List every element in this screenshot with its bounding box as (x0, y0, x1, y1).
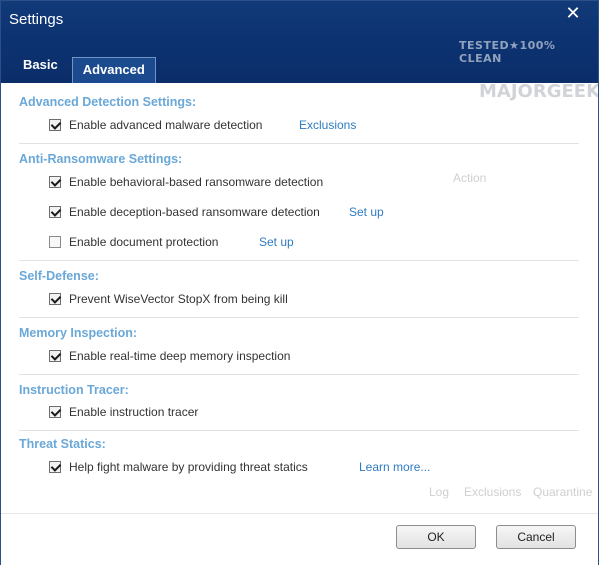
option-label: Help fight malware by providing threat s… (69, 460, 308, 474)
checkbox-checked[interactable] (49, 206, 61, 218)
section-title-memory-inspection: Memory Inspection: (19, 326, 138, 340)
option-label: Enable real-time deep memory inspection (69, 349, 291, 363)
section-title-anti-ransomware: Anti-Ransomware Settings: (19, 152, 183, 166)
section-title-self-defense: Self-Defense: (19, 269, 99, 283)
settings-content: Action Advanced Detection Settings: Enab… (1, 83, 598, 503)
cancel-button[interactable]: Cancel (496, 525, 576, 549)
section-title-instruction-tracer: Instruction Tracer: (19, 383, 129, 397)
checkbox-checked[interactable] (49, 176, 61, 188)
option-prevent-kill[interactable]: Prevent WiseVector StopX from being kill (49, 290, 288, 308)
option-label: Enable instruction tracer (69, 405, 199, 419)
checkbox-checked[interactable] (49, 350, 61, 362)
option-label: Enable behavioral-based ransomware detec… (69, 175, 324, 189)
option-threat-statics[interactable]: Help fight malware by providing threat s… (49, 458, 308, 476)
option-instruction-tracer[interactable]: Enable instruction tracer (49, 403, 198, 421)
close-icon[interactable]: ✕ (562, 3, 584, 23)
option-label: Enable deception-based ransomware detect… (69, 205, 320, 219)
tab-advanced[interactable]: Advanced (71, 57, 156, 83)
title-bar: Settings ✕ TESTED★100% CLEAN Basic Advan… (1, 1, 598, 83)
option-deep-memory-inspection[interactable]: Enable real-time deep memory inspection (49, 347, 290, 365)
deception-setup-link[interactable]: Set up (349, 205, 384, 219)
divider (19, 374, 579, 375)
option-advanced-malware-detection[interactable]: Enable advanced malware detection (49, 116, 262, 134)
ghost-quarantine-text: Quarantine (533, 485, 593, 499)
divider (19, 317, 579, 318)
ghost-exclusions-text: Exclusions (464, 485, 522, 499)
divider (19, 143, 579, 144)
option-deception-ransomware-detection[interactable]: Enable deception-based ransomware detect… (49, 203, 320, 221)
option-label: Enable document protection (69, 235, 219, 249)
tab-bar: Basic Advanced (1, 53, 156, 83)
settings-window: Settings ✕ TESTED★100% CLEAN Basic Advan… (0, 0, 599, 565)
window-title: Settings (9, 11, 64, 28)
ok-button[interactable]: OK (396, 525, 476, 549)
option-document-protection[interactable]: Enable document protection (49, 233, 218, 251)
divider (19, 430, 579, 431)
checkbox-checked[interactable] (49, 406, 61, 418)
ghost-log-text: Log (429, 485, 450, 499)
checkbox-checked[interactable] (49, 119, 61, 131)
option-behavioral-ransomware-detection[interactable]: Enable behavioral-based ransomware detec… (49, 173, 323, 191)
dialog-footer: OK Cancel (1, 513, 598, 565)
section-title-threat-statics: Threat Statics: (19, 437, 106, 451)
learn-more-link[interactable]: Learn more... (359, 460, 430, 474)
document-protection-setup-link[interactable]: Set up (259, 235, 294, 249)
checkbox-unchecked[interactable] (49, 236, 61, 248)
tab-basic[interactable]: Basic (13, 53, 68, 79)
watermark-text: TESTED★100% CLEAN (459, 39, 556, 65)
option-label: Prevent WiseVector StopX from being kill (69, 292, 288, 306)
ghost-action-text: Action (453, 171, 487, 185)
section-title-advanced-detection: Advanced Detection Settings: (19, 95, 197, 109)
exclusions-link[interactable]: Exclusions (299, 118, 356, 132)
checkbox-checked[interactable] (49, 461, 61, 473)
checkbox-checked[interactable] (49, 293, 61, 305)
divider (19, 260, 579, 261)
option-label: Enable advanced malware detection (69, 118, 263, 132)
